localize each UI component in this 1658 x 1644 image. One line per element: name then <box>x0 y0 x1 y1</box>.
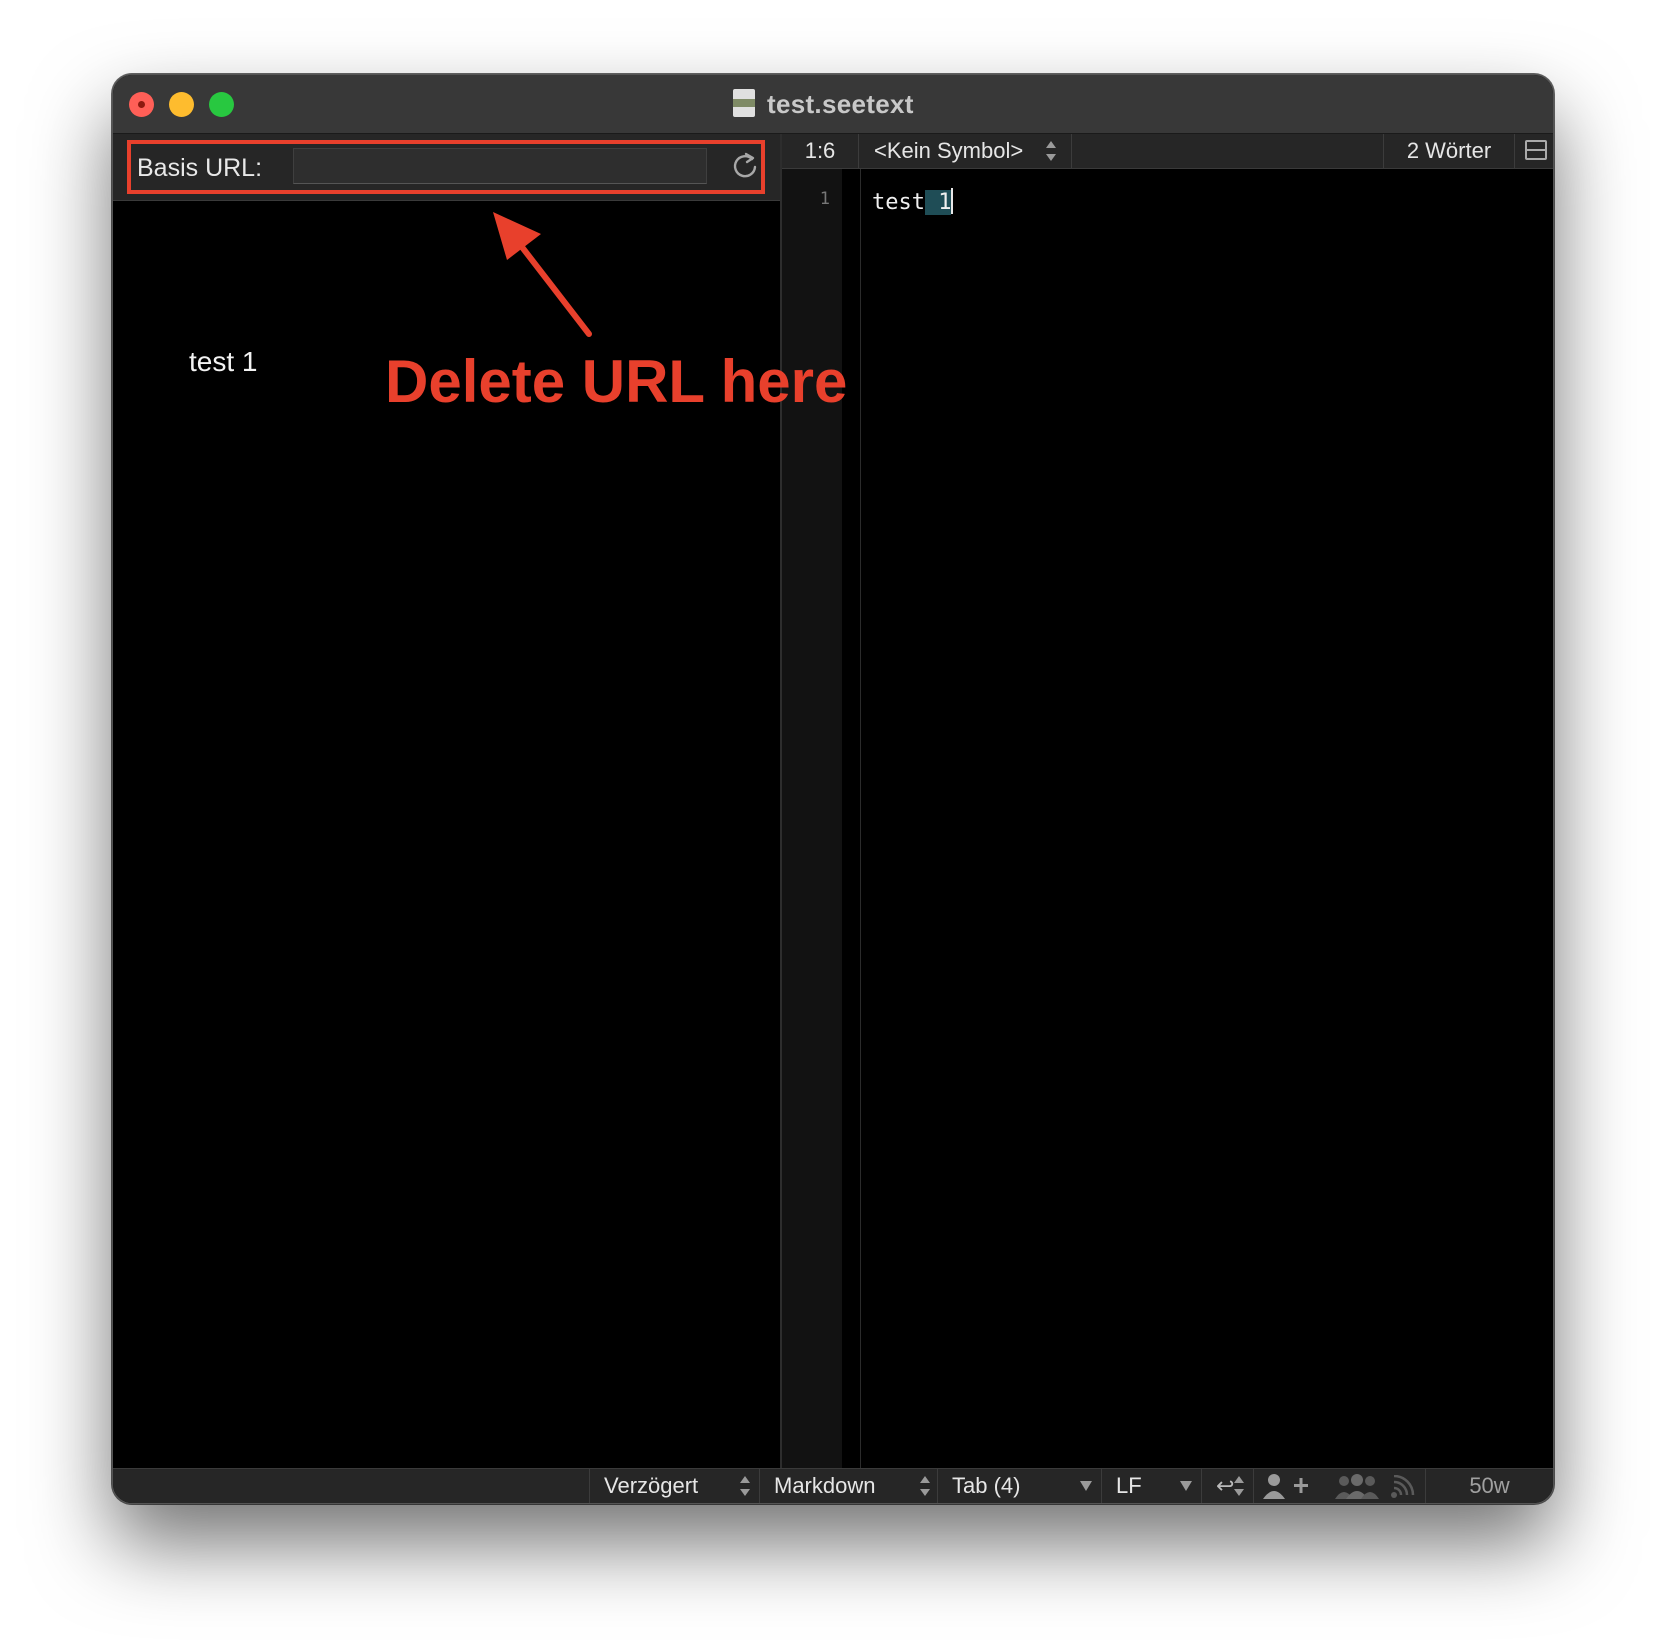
line-number: 1 <box>819 189 830 209</box>
document-icon[interactable] <box>733 89 757 119</box>
title-bar[interactable]: test.seetext <box>113 75 1553 134</box>
status-left-spacer <box>113 1469 589 1503</box>
updown-stepper-icon <box>1234 1474 1244 1498</box>
participants-icon[interactable] <box>1334 1473 1380 1499</box>
zoom-window-button[interactable] <box>209 92 234 117</box>
line-endings-popup[interactable]: LF <box>1101 1469 1201 1503</box>
code-text: test <box>872 190 925 215</box>
navigation-bar: 1:6 <Kein Symbol> 2 Wörter <box>782 134 1553 169</box>
close-window-button[interactable] <box>129 92 154 117</box>
cursor-position[interactable]: 1:6 <box>782 134 859 168</box>
preview-rendered-text: test 1 <box>189 346 258 377</box>
symbol-popup-label: <Kein Symbol> <box>874 138 1024 163</box>
annotation-arrow-icon <box>493 212 592 337</box>
base-url-input[interactable] <box>293 148 707 184</box>
preview-mode-label: Verzögert <box>604 1473 699 1498</box>
language-label: Markdown <box>774 1473 876 1498</box>
text-caret <box>951 188 954 214</box>
selected-text: 1 <box>924 190 952 215</box>
base-url-bar: Basis URL: <box>113 134 780 201</box>
preview-mode-popup[interactable]: Verzögert <box>589 1469 759 1503</box>
signal-icon[interactable] <box>1390 1475 1420 1499</box>
editor-pane: 1:6 <Kein Symbol> 2 Wörter 1 test 1 <box>782 134 1553 1469</box>
updown-stepper-icon <box>740 1474 750 1498</box>
base-url-label: Basis URL: <box>137 154 263 182</box>
reload-icon[interactable] <box>730 150 760 180</box>
window-title: test.seetext <box>767 88 914 119</box>
editor-window: test.seetext Basis URL: test 1 Delete UR… <box>112 74 1554 1504</box>
add-user-icon[interactable] <box>1262 1473 1312 1499</box>
tab-settings-label: Tab (4) <box>952 1473 1021 1498</box>
minimize-window-button[interactable] <box>169 92 194 117</box>
chevron-down-icon <box>1180 1481 1192 1491</box>
language-popup[interactable]: Markdown <box>759 1469 937 1503</box>
split-view-icon[interactable] <box>1525 140 1547 160</box>
symbol-popup[interactable]: <Kein Symbol> <box>858 134 1072 168</box>
chevron-down-icon <box>1080 1481 1092 1491</box>
tab-settings-popup[interactable]: Tab (4) <box>937 1469 1101 1503</box>
updown-stepper-icon <box>1046 139 1056 163</box>
word-count[interactable]: 2 Wörter <box>1383 134 1515 168</box>
window-title-group: test.seetext <box>733 85 914 123</box>
code-line[interactable]: test 1 <box>872 188 954 215</box>
updown-stepper-icon <box>920 1474 930 1498</box>
window-width-indicator[interactable]: 50w <box>1425 1469 1553 1503</box>
status-bar: Verzögert Markdown Tab (4) LF ↩ 50w <box>113 1468 1553 1503</box>
line-endings-label: LF <box>1116 1473 1142 1498</box>
wrap-indicator: ↩ <box>1216 1473 1235 1498</box>
wrap-mode-popup[interactable]: ↩ <box>1201 1469 1253 1503</box>
preview-pane: Basis URL: test 1 <box>113 134 780 1469</box>
annotation-label: Delete URL here <box>385 348 848 415</box>
collaboration-area <box>1253 1469 1425 1503</box>
